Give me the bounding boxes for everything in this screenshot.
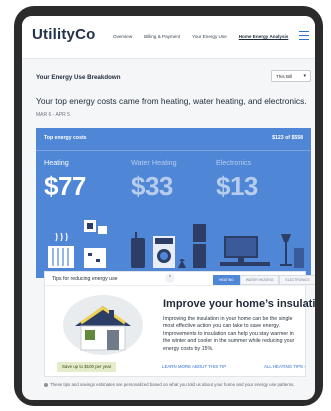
tips-title: Tips for reducing energy use: [52, 276, 118, 282]
nav-home-energy-analysis[interactable]: Home Energy Analysis: [239, 34, 289, 39]
tips-tabs: HEATING WATER HEATING ELECTRONICS: [213, 275, 315, 285]
tab-electronics[interactable]: ELECTRONICS: [279, 275, 315, 285]
info-icon: [44, 383, 48, 387]
category-label: Electronics: [216, 158, 252, 167]
breakdown-headline: Your top energy costs came from heating,…: [36, 96, 307, 106]
tips-header: Tips for reducing energy use ⌃ HEATING W…: [45, 272, 315, 286]
tip-heading: Improve your home’s insulation: [163, 298, 315, 310]
cost-category-electronics[interactable]: Electronics $13: [216, 158, 296, 202]
all-heating-tips-link[interactable]: ALL HEATING TIPS ›: [264, 364, 306, 369]
bill-select-value: This Bill: [276, 74, 293, 79]
cat-icon: [178, 259, 186, 268]
category-amount: $13: [216, 171, 258, 201]
card-divider: [36, 150, 311, 151]
top-bar: UtilityCo Overview Billing & Payment You…: [22, 16, 315, 58]
lamp-icon: [281, 234, 291, 242]
category-amount: $33: [131, 171, 173, 201]
main-nav: Overview Billing & Payment Your Energy U…: [113, 34, 288, 39]
tips-panel: Tips for reducing energy use ⌃ HEATING W…: [44, 271, 315, 377]
top-energy-costs-title: Top energy costs: [44, 135, 87, 141]
hamburger-menu-icon[interactable]: [299, 31, 309, 40]
cost-category-water-heating[interactable]: Water Heating $33: [131, 158, 211, 202]
utilityco-logo[interactable]: UtilityCo: [32, 26, 95, 43]
header-divider: [22, 58, 315, 59]
bill-period-select[interactable]: This Bill ▾: [271, 70, 311, 82]
screen: UtilityCo Overview Billing & Payment You…: [22, 16, 315, 400]
tablet-frame: UtilityCo Overview Billing & Payment You…: [14, 6, 323, 406]
section-title: Your Energy Use Breakdown: [36, 74, 121, 81]
all-heating-tips-label: ALL HEATING TIPS: [264, 364, 303, 369]
fridge-icon: [193, 224, 206, 242]
category-label: Water Heating: [131, 158, 177, 167]
date-range: MAR 6 - APR 5: [36, 112, 70, 118]
savings-badge: Save up to $100 per year: [57, 362, 117, 372]
top-energy-costs-card: Top energy costs $123 of $558 Heating $7…: [36, 128, 311, 278]
tab-water-heating[interactable]: WATER HEATING: [239, 275, 280, 285]
insulated-house-icon: [63, 295, 143, 355]
cost-category-heating[interactable]: Heating $77: [44, 158, 124, 202]
storage-box-icon: [84, 248, 106, 268]
category-label: Heating: [44, 158, 69, 167]
radiator-icon: [48, 246, 74, 268]
tip-body: Improving the insulation in your home ca…: [163, 316, 295, 352]
heat-waves-icon: [55, 232, 68, 242]
category-amount: $77: [44, 171, 86, 201]
personalization-footnote: These tips and savings estimates are per…: [50, 382, 295, 387]
nav-your-energy-use[interactable]: Your Energy Use: [192, 34, 227, 39]
learn-more-link[interactable]: LEARN MORE ABOUT THIS TIP: [162, 364, 226, 369]
chevron-down-icon: ▾: [303, 73, 306, 79]
top-energy-costs-total: $123 of $558: [272, 135, 303, 141]
arrow-right-icon: ›: [304, 364, 306, 369]
collapse-chevron-icon[interactable]: ⌃: [165, 273, 175, 283]
nav-overview[interactable]: Overview: [113, 34, 132, 39]
nav-billing-payment[interactable]: Billing & Payment: [144, 34, 180, 39]
water-heater-icon: [131, 238, 145, 268]
tab-heating[interactable]: HEATING: [213, 275, 240, 285]
